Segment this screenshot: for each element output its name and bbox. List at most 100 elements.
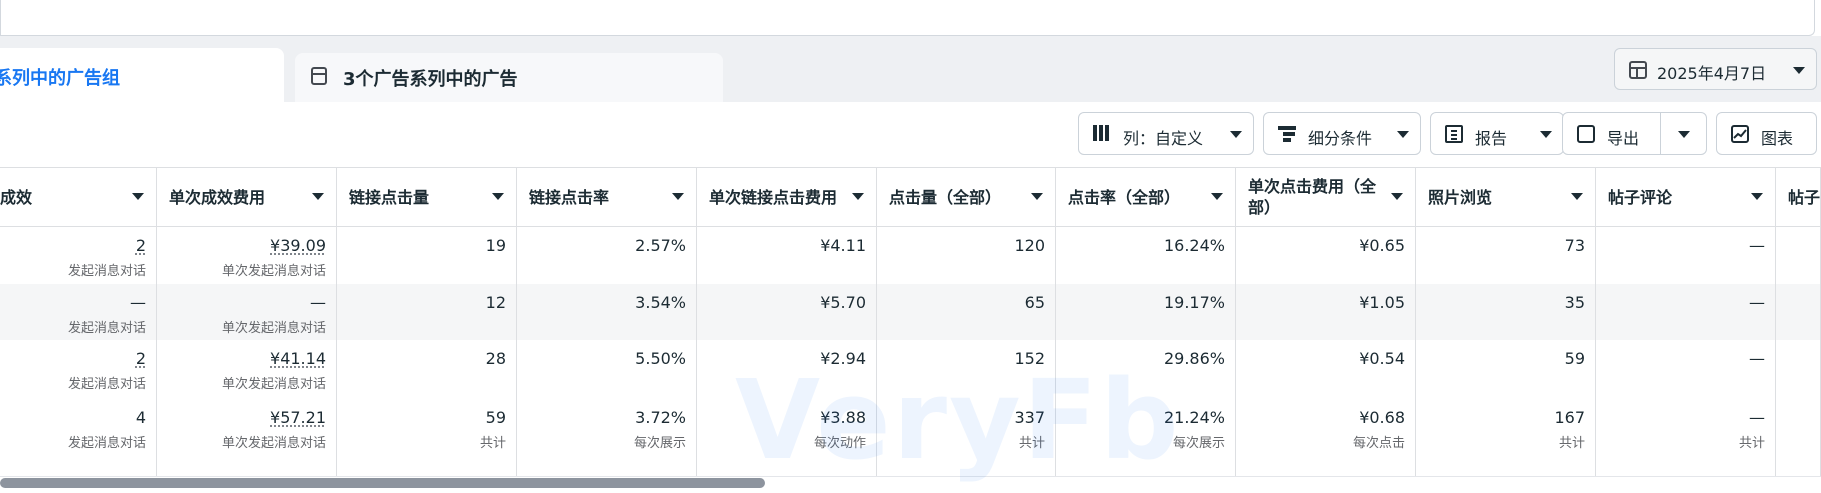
chevron-down-icon [1793, 67, 1805, 74]
data-table: 成效 单次成效费用 链接点击量 链接点击率 单次链接点击费用 点击量（全部） 点击率（全部）… [0, 167, 1821, 476]
cell-value: ¥0.68 [1359, 408, 1405, 427]
table-cell: ¥3.88 每次动作 [697, 397, 877, 476]
cell-value[interactable]: ¥41.14 [270, 349, 326, 368]
column-header[interactable]: 链接点击量 [337, 168, 517, 226]
cell-value: — [130, 293, 146, 312]
table-cell: — 单次发起消息对话 [157, 284, 337, 340]
table-cell: 2.57% [517, 227, 697, 284]
cell-value: 19.17% [1164, 293, 1225, 312]
table-header: 成效 单次成效费用 链接点击量 链接点击率 单次链接点击费用 点击量（全部） 点击率（全部）… [0, 168, 1821, 227]
tabs-bar: 系列中的广告组 3个广告系列中的广告 2025年4月7日 [0, 36, 1821, 102]
cell-value: ¥1.05 [1359, 293, 1405, 312]
sort-chevron-icon[interactable] [1571, 193, 1583, 200]
column-header[interactable]: 照片浏览 [1416, 168, 1596, 226]
export-button[interactable]: 导出 [1563, 113, 1660, 154]
cell-value: 2.57% [635, 236, 686, 255]
export-icon [1577, 125, 1595, 143]
cell-subtext: 单次发起消息对话 [222, 432, 326, 451]
export-menu-button[interactable] [1661, 113, 1707, 154]
columns-button[interactable]: 列：自定义 [1078, 112, 1254, 155]
table-row[interactable]: 4 发起消息对话 ¥57.21 单次发起消息对话 59 共计 3.72% 每次展示 ¥3.88 每… [0, 397, 1821, 477]
table-row[interactable]: 2 发起消息对话 ¥41.14 单次发起消息对话 28 5.50% ¥2.94 152 29.8… [0, 340, 1821, 398]
column-header[interactable]: 链接点击率 [517, 168, 697, 226]
table-cell: 167 共计 [1416, 397, 1596, 476]
cell-value: ¥5.70 [820, 293, 866, 312]
breakdown-label: 细分条件 [1308, 125, 1372, 149]
export-label: 导出 [1607, 125, 1639, 149]
sort-chevron-icon[interactable] [852, 193, 864, 200]
cell-subtext: 共计 [1739, 432, 1765, 451]
table-row[interactable]: 2 发起消息对话 ¥39.09 单次发起消息对话 19 2.57% ¥4.11 120 16.2… [0, 227, 1821, 285]
column-header-label: 点击率（全部） [1068, 176, 1218, 218]
cell-value[interactable]: ¥57.21 [270, 408, 326, 427]
report-icon [1445, 125, 1463, 143]
table-cell: ¥0.65 [1236, 227, 1416, 284]
table-row[interactable]: — 发起消息对话 — 单次发起消息对话 12 3.54% ¥5.70 65 19.17% ¥1.0… [0, 284, 1821, 341]
table-cell: 19 [337, 227, 517, 284]
table-cell: 3.54% [517, 284, 697, 340]
cell-value: 16.24% [1164, 236, 1225, 255]
table-cell: 12 [337, 284, 517, 340]
cell-subtext: 发起消息对话 [68, 317, 146, 336]
table-cell: 337 共计 [877, 397, 1056, 476]
cell-value: 21.24% [1164, 408, 1225, 427]
table-cell: 19.17% [1056, 284, 1236, 340]
chart-label: 图表 [1761, 125, 1793, 149]
cell-value: ¥3.88 [820, 408, 866, 427]
column-header[interactable]: 点击量（全部） [877, 168, 1056, 226]
table-cell: — 共计 [1596, 397, 1776, 476]
top-panel [0, 0, 1815, 36]
sort-chevron-icon[interactable] [492, 193, 504, 200]
cell-subtext: 每次展示 [1173, 432, 1225, 451]
cell-subtext: 共计 [480, 432, 506, 451]
cell-value: 12 [486, 293, 506, 312]
column-header[interactable]: 单次点击费用（全部） [1236, 168, 1416, 226]
cell-value: 337 [1014, 408, 1045, 427]
tab-ads[interactable]: 3个广告系列中的广告 [295, 53, 723, 102]
date-picker-button[interactable]: 2025年4月7日 [1614, 48, 1817, 90]
column-header[interactable]: 帖子 [1776, 168, 1821, 226]
table-cell: 2 发起消息对话 [0, 227, 157, 284]
breakdown-icon [1278, 125, 1296, 143]
cell-value: 152 [1014, 349, 1045, 368]
column-header[interactable]: 单次成效费用 [157, 168, 337, 226]
sort-chevron-icon[interactable] [312, 193, 324, 200]
cell-value[interactable]: ¥39.09 [270, 236, 326, 255]
table-cell: — 发起消息对话 [0, 284, 157, 340]
column-header-label: 链接点击率 [529, 176, 679, 218]
sort-chevron-icon[interactable] [1391, 193, 1403, 200]
column-header[interactable]: 单次链接点击费用 [697, 168, 877, 226]
table-cell: — [1596, 284, 1776, 340]
sort-chevron-icon[interactable] [672, 193, 684, 200]
column-header[interactable]: 帖子评论 [1596, 168, 1776, 226]
tab-ad-sets[interactable]: 系列中的广告组 [0, 48, 284, 102]
sort-chevron-icon[interactable] [1751, 193, 1763, 200]
table-cell: 35 [1416, 284, 1596, 340]
cell-value: 73 [1565, 236, 1585, 255]
cell-value[interactable]: 2 [136, 236, 146, 255]
cell-value: 65 [1025, 293, 1045, 312]
column-header-label: 帖子评论 [1608, 176, 1758, 218]
cell-subtext: 每次展示 [634, 432, 686, 451]
table-cell: ¥4.11 [697, 227, 877, 284]
table-cell: 21.24% 每次展示 [1056, 397, 1236, 476]
table-cell: 5.50% [517, 340, 697, 397]
cell-value: 120 [1014, 236, 1045, 255]
table-cell: ¥5.70 [697, 284, 877, 340]
cell-subtext: 单次发起消息对话 [222, 317, 326, 336]
report-button[interactable]: 报告 [1430, 112, 1564, 155]
horizontal-scrollbar[interactable] [0, 478, 765, 488]
sort-chevron-icon[interactable] [1211, 193, 1223, 200]
cell-value[interactable]: 2 [136, 349, 146, 368]
column-header[interactable]: 成效 [0, 168, 157, 226]
table-cell: ¥41.14 单次发起消息对话 [157, 340, 337, 397]
column-header[interactable]: 点击率（全部） [1056, 168, 1236, 226]
cell-subtext: 共计 [1019, 432, 1045, 451]
column-header-label: 照片浏览 [1428, 176, 1578, 218]
sort-chevron-icon[interactable] [1031, 193, 1043, 200]
chart-button[interactable]: 图表 [1716, 112, 1817, 155]
calendar-icon [1629, 61, 1647, 79]
sort-chevron-icon[interactable] [132, 193, 144, 200]
breakdown-button[interactable]: 细分条件 [1263, 112, 1421, 155]
cell-subtext: 共计 [1559, 432, 1585, 451]
